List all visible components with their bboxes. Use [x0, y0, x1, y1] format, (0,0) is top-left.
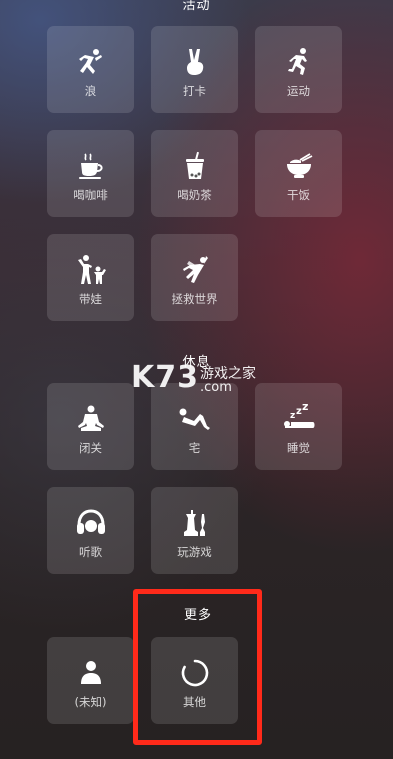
headphones-icon: [47, 505, 134, 541]
tile-label: 宅: [188, 441, 201, 455]
tile-label: (未知): [74, 695, 107, 709]
status-tile-lang[interactable]: 浪: [47, 26, 134, 113]
tile-label: 拯救世界: [171, 292, 218, 306]
status-tile-yundong[interactable]: 运动: [255, 26, 342, 113]
rice-bowl-icon: [255, 148, 342, 184]
tile-label: 运动: [287, 84, 310, 98]
tile-label: 玩游戏: [177, 545, 212, 559]
status-tile-zhengjiu[interactable]: 拯救世界: [151, 234, 238, 321]
status-tile-naicha[interactable]: 喝奶茶: [151, 130, 238, 217]
status-tile-tingge[interactable]: 听歌: [47, 487, 134, 574]
tile-label: 闭关: [79, 441, 102, 455]
tile-label: 干饭: [287, 188, 310, 202]
tile-label: 带娃: [79, 292, 102, 306]
tile-label: 喝奶茶: [177, 188, 212, 202]
status-tile-daka[interactable]: 打卡: [151, 26, 238, 113]
tile-label: 睡觉: [287, 441, 310, 455]
person-silhouette-icon: [47, 655, 134, 691]
watermark-domain: .com: [200, 380, 232, 395]
watermark-logo: K73: [131, 360, 199, 395]
tile-label: 喝咖啡: [73, 188, 108, 202]
sleeping-zzz-icon: zzz: [255, 401, 342, 437]
tile-label: 打卡: [183, 84, 206, 98]
running-person-icon: [255, 44, 342, 80]
status-tile-wanyouxi[interactable]: 玩游戏: [151, 487, 238, 574]
dancing-person-icon: [47, 44, 134, 80]
parent-child-icon: [47, 252, 134, 288]
site-watermark: K73 游戏之家 .com: [131, 360, 271, 400]
coffee-cup-icon: [47, 148, 134, 184]
svg-text:z: z: [290, 411, 295, 421]
svg-text:z: z: [302, 404, 308, 413]
status-tile-ganfan[interactable]: 干饭: [255, 130, 342, 217]
game-chess-icon: [151, 505, 238, 541]
meditation-icon: [47, 401, 134, 437]
highlight-annotation-box: [133, 589, 262, 745]
status-tile-biguan[interactable]: 闭关: [47, 383, 134, 470]
bubble-tea-icon: [151, 148, 238, 184]
superhero-icon: [151, 252, 238, 288]
lying-person-icon: [151, 401, 238, 437]
tile-label: 浪: [84, 84, 97, 98]
victory-hand-icon: [151, 44, 238, 80]
status-tile-unknown[interactable]: (未知): [47, 637, 134, 724]
status-tile-kafei[interactable]: 喝咖啡: [47, 130, 134, 217]
section-header-activity: 活动: [182, 0, 211, 13]
status-tile-daiwa[interactable]: 带娃: [47, 234, 134, 321]
tile-label: 听歌: [79, 545, 102, 559]
